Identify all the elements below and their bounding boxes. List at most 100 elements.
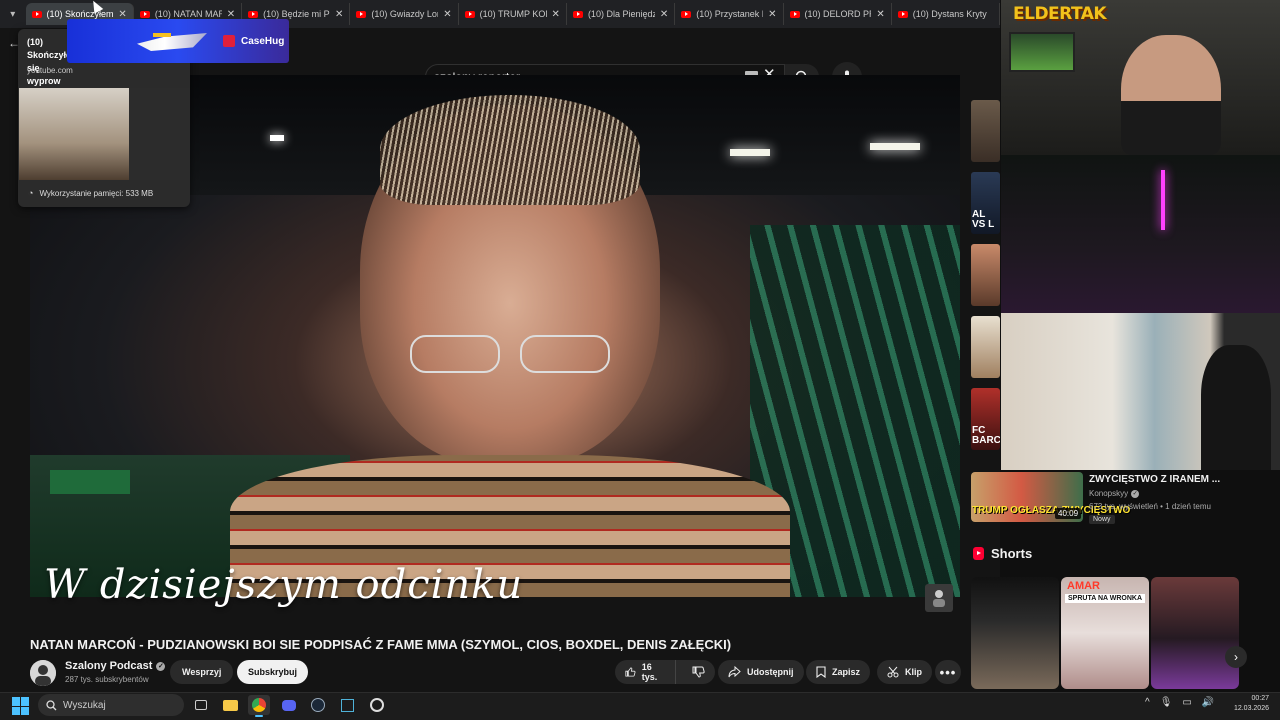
recommendation-thumbnail[interactable] xyxy=(971,316,1000,378)
share-label: Udostępnij xyxy=(747,667,794,677)
video-duration: 40:09 xyxy=(1055,508,1082,519)
browser-tab[interactable]: (10) TRUMP KOŃ ✕ xyxy=(459,3,567,25)
shorts-next-button[interactable]: › xyxy=(1225,646,1247,668)
channel-watermark-icon[interactable] xyxy=(925,584,953,612)
subscribe-button[interactable]: Subskrybuj xyxy=(237,660,309,684)
glasses-left xyxy=(410,335,500,373)
youtube-favicon-icon xyxy=(464,10,475,18)
task-view-icon[interactable] xyxy=(190,695,212,715)
tab-close-icon[interactable]: ✕ xyxy=(768,9,776,20)
recommendation-thumbnail[interactable] xyxy=(971,100,1000,162)
scissors-icon xyxy=(887,666,899,678)
chrome-icon[interactable] xyxy=(248,695,270,717)
dislike-button[interactable] xyxy=(682,660,715,684)
share-icon xyxy=(728,666,741,678)
short-thumbnail[interactable] xyxy=(1151,577,1239,689)
youtube-favicon-icon xyxy=(897,10,908,18)
tab-title: (10) DELORD PRZ xyxy=(804,9,872,19)
featured-recommendation-channel[interactable]: Konopskyy ✓ xyxy=(1089,489,1140,498)
presenter-hair xyxy=(380,95,640,205)
tab-title: (10) TRUMP KOŃ xyxy=(479,9,547,19)
save-label: Zapisz xyxy=(832,667,861,677)
support-button[interactable]: Wesprzyj xyxy=(170,660,234,684)
clip-button[interactable]: Klip xyxy=(877,660,932,684)
windows-start-icon[interactable] xyxy=(12,697,30,715)
shorts-icon xyxy=(973,547,984,560)
featured-recommendation-title[interactable]: ZWYCIĘSTWO Z IRANEM ... xyxy=(1089,474,1220,485)
person-icon xyxy=(933,590,945,607)
obs-icon[interactable] xyxy=(366,695,388,715)
tab-title: (10) Będzie mi P xyxy=(263,9,330,19)
tab-close-icon[interactable]: ✕ xyxy=(552,9,560,20)
short-subtitle: SPRUTA NA WRONKA xyxy=(1065,594,1146,603)
preview-sidebar xyxy=(129,88,190,180)
youtube-favicon-icon xyxy=(31,10,42,18)
glasses-right xyxy=(520,335,610,373)
more-horizontal-icon: ••• xyxy=(939,664,957,680)
streamer-logo: ELDERTAK xyxy=(1013,4,1107,24)
tab-title: (10) NATAN MARC xyxy=(154,9,222,19)
chevron-up-icon[interactable]: ^ xyxy=(1145,697,1150,708)
like-dislike-group: 16 tys. xyxy=(615,660,715,684)
display-icon[interactable]: ▭ xyxy=(1182,697,1191,708)
tab-preview-domain: youtube.com xyxy=(27,66,73,75)
ceiling-light xyxy=(870,143,920,150)
like-button[interactable]: 16 tys. xyxy=(615,660,676,684)
volume-icon[interactable]: 🔊 xyxy=(1202,697,1214,708)
webcam-guest xyxy=(1201,345,1271,470)
youtube-favicon-icon xyxy=(789,10,800,18)
steam-icon[interactable] xyxy=(307,695,329,715)
avatar-icon xyxy=(30,660,56,686)
tab-close-icon[interactable]: ✕ xyxy=(227,9,235,20)
share-button[interactable]: Udostępnij xyxy=(718,660,804,684)
browser-tab[interactable]: (10) Dystans Kryty xyxy=(892,3,1001,25)
ceiling-light xyxy=(270,135,284,141)
casehug-logo-icon xyxy=(223,35,235,47)
channel-avatar[interactable] xyxy=(30,660,56,686)
file-explorer-icon[interactable] xyxy=(219,695,241,715)
tab-preview-title: (10) Skończyłem się wyprow xyxy=(27,37,80,86)
microphone-icon[interactable]: 🎙 xyxy=(1160,697,1173,708)
channel-name[interactable]: Szalony Podcast ✓ xyxy=(65,660,166,672)
short-thumbnail[interactable] xyxy=(971,577,1059,689)
like-count: 16 tys. xyxy=(641,662,658,682)
browser-tab[interactable]: (10) DELORD PRZ ✕ xyxy=(784,3,892,25)
youtube-favicon-icon xyxy=(356,10,367,18)
recommendation-thumbnail[interactable]: AL VS L xyxy=(971,172,1000,234)
webcam-desk-room xyxy=(1001,155,1280,313)
webcam-aquarium xyxy=(1009,32,1075,72)
new-badge: Nowy xyxy=(1089,515,1115,524)
short-title: AMAR xyxy=(1067,580,1100,592)
tab-search-chevron-icon[interactable]: ▾ xyxy=(0,0,26,28)
taskbar-clock[interactable]: 00:27 12.03.2026 xyxy=(1229,694,1269,714)
browser-tab[interactable]: (10) Dla Pieniędzy ✕ xyxy=(567,3,676,25)
save-button[interactable]: Zapisz xyxy=(806,660,871,684)
short-thumbnail[interactable]: AMAR SPRUTA NA WRONKA xyxy=(1061,577,1149,689)
tab-close-icon[interactable]: ✕ xyxy=(876,9,884,20)
webcam-streamer xyxy=(1121,35,1221,155)
verified-icon: ✓ xyxy=(1131,489,1140,498)
video-caption: W dzisiejszym odcinku xyxy=(44,562,524,608)
discord-icon[interactable] xyxy=(278,695,300,715)
taskbar-search[interactable]: Wyszukaj xyxy=(38,694,184,716)
clock-time: 00:27 xyxy=(1251,695,1269,702)
featured-channel-name: Konopskyy xyxy=(1089,489,1129,498)
thumbs-up-icon xyxy=(625,667,636,677)
browser-tab[interactable]: (10) Przystanek Lu ✕ xyxy=(675,3,784,25)
tab-close-icon[interactable]: ✕ xyxy=(335,9,343,20)
tab-close-icon[interactable]: ✕ xyxy=(660,9,668,20)
banner-knife-graphic xyxy=(137,33,207,51)
youtube-favicon-icon xyxy=(681,10,692,18)
verified-icon: ✓ xyxy=(156,661,166,671)
memory-icon: ◔ xyxy=(28,188,34,198)
browser-tab[interactable]: (10) Gwiazdy Lom ✕ xyxy=(350,3,459,25)
tab-close-icon[interactable]: ✕ xyxy=(443,9,451,20)
green-table xyxy=(50,470,130,494)
more-actions-button[interactable]: ••• xyxy=(935,660,961,684)
excel-icon[interactable] xyxy=(336,695,358,715)
youtube-favicon-icon xyxy=(139,10,150,18)
recommendation-thumbnail[interactable] xyxy=(971,244,1000,306)
casehug-brand: CaseHug xyxy=(241,36,285,47)
recommendation-thumbnail[interactable]: FC BARCE xyxy=(971,388,1000,450)
tab-close-icon[interactable]: ✕ xyxy=(118,9,126,20)
